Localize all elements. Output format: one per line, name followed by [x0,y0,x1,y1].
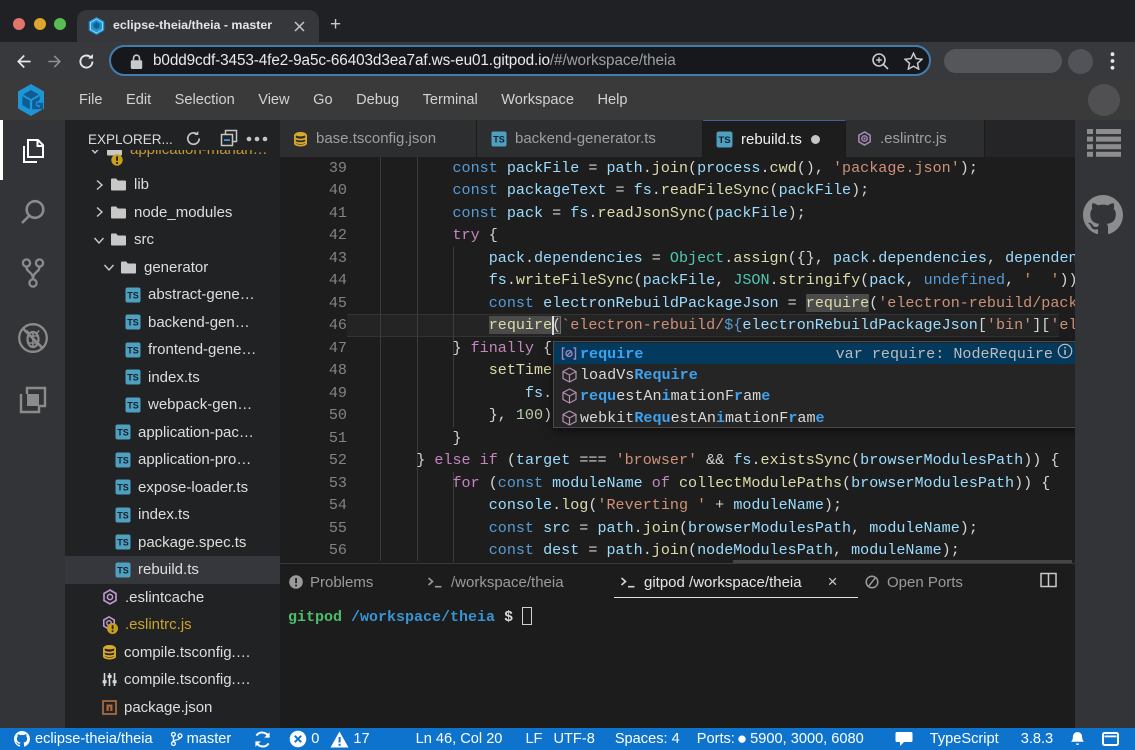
svg-text:TS: TS [127,400,139,410]
svg-text:TS: TS [127,318,139,328]
svg-text:TS: TS [117,538,129,548]
svg-text:TS: TS [117,510,129,520]
svg-text:TS: TS [117,428,129,438]
svg-text:TS: TS [117,455,129,465]
svg-text:TS: TS [127,345,139,355]
svg-text:TS: TS [718,135,730,146]
svg-text:TS: TS [127,290,139,300]
svg-text:TS: TS [117,565,129,575]
svg-text:TS: TS [493,134,505,144]
svg-text:TS: TS [117,483,129,493]
svg-text:TS: TS [127,373,139,383]
